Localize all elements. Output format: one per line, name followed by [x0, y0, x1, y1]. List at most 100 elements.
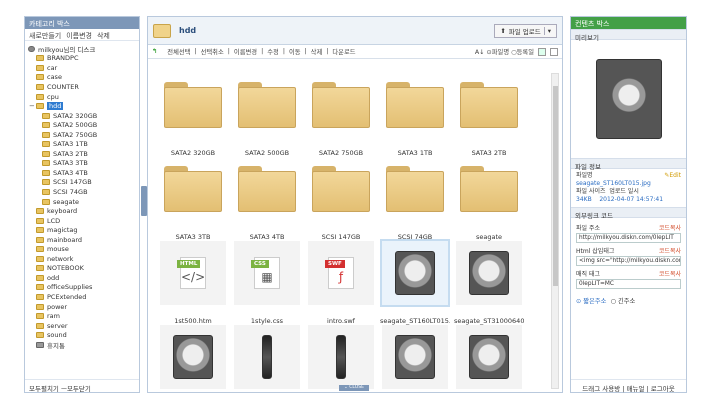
- tree-item-notebook[interactable]: NOTEBOOK: [28, 264, 137, 274]
- delete-button[interactable]: 삭제: [311, 47, 323, 56]
- tree-item-counter[interactable]: COUNTER: [28, 82, 137, 92]
- folder-icon: [36, 303, 44, 310]
- folder-item[interactable]: SCSI 147GB: [306, 157, 376, 243]
- tree-item-hdd[interactable]: − hdd: [28, 101, 137, 111]
- tree-item-scsi-74gb[interactable]: SCSI 74GB: [28, 187, 137, 197]
- tree-item-odd[interactable]: odd: [28, 273, 137, 283]
- image-thumbnail: [234, 325, 300, 389]
- collapse-icon[interactable]: −: [29, 102, 35, 110]
- external-links: 파일 주소 코드복사 http://milkyou.diskn.com/0lepLI…: [571, 218, 686, 291]
- folder-icon: [42, 150, 50, 157]
- footer-links[interactable]: 드래그 사용방 | 매뉴얼 | 로그아웃: [571, 379, 686, 393]
- link-code-field[interactable]: <img src="http://milkyou.diskn.com: [576, 256, 681, 266]
- tree-item-lcd[interactable]: LCD: [28, 216, 137, 226]
- tree-item-sata2-500gb[interactable]: SATA2 500GB: [28, 120, 137, 130]
- tree-item-sata3-1tb[interactable]: SATA3 1TB: [28, 139, 137, 149]
- back-icon[interactable]: ↰: [152, 48, 157, 55]
- tree-item-sata3-4tb[interactable]: SATA3 4TB: [28, 168, 137, 178]
- tree-item-scsi-147gb[interactable]: SCSI 147GB: [28, 178, 137, 188]
- folder-icon: [42, 160, 50, 167]
- file-item[interactable]: [454, 325, 524, 391]
- file-upload-button[interactable]: ⬆ 파일 업로드 ▾: [494, 23, 557, 38]
- tree-item-magictag[interactable]: magictag: [28, 225, 137, 235]
- file-item[interactable]: seagate_ST160LT015.j: [380, 239, 450, 327]
- folder-item[interactable]: SCSI 74GB: [380, 157, 450, 243]
- deselect-button[interactable]: 선택취소: [201, 47, 224, 56]
- tree-item-cpu[interactable]: cpu: [28, 92, 137, 102]
- new-folder-button[interactable]: 새로만들기: [29, 31, 61, 40]
- edit-button[interactable]: 수정: [267, 47, 279, 56]
- folder-item[interactable]: SATA2 500GB: [232, 73, 302, 159]
- preview-title: 미리보기: [571, 29, 686, 42]
- folder-item[interactable]: seagate: [454, 157, 524, 243]
- tree-item-power[interactable]: power: [28, 302, 137, 312]
- tree-item-seagate[interactable]: seagate: [28, 197, 137, 207]
- tree-root[interactable]: milkyou님의 디스크: [28, 44, 137, 54]
- grid-view-icon[interactable]: [538, 47, 546, 56]
- tree-item-ram[interactable]: ram: [28, 311, 137, 321]
- tree-item-mouse[interactable]: mouse: [28, 244, 137, 254]
- file-name-label: SATA2 500GB: [244, 149, 290, 157]
- tree-item-case[interactable]: case: [28, 73, 137, 83]
- tree-item-server[interactable]: server: [28, 321, 137, 331]
- chevron-down-icon[interactable]: ▾: [543, 26, 551, 35]
- rename-button[interactable]: 이름변경: [234, 47, 257, 56]
- file-item[interactable]: HTML </> 1st500.htm: [158, 241, 228, 327]
- file-item[interactable]: seagate_ST31000640S: [454, 241, 524, 327]
- tree-item-pcextended[interactable]: PCExtended: [28, 292, 137, 302]
- folder-item[interactable]: SATA3 2TB: [454, 73, 524, 159]
- tree-item-car[interactable]: car: [28, 63, 137, 73]
- short-url-radio[interactable]: ⊙ 짧은주소: [576, 296, 606, 305]
- tree-item-sata3-2tb[interactable]: SATA3 2TB: [28, 149, 137, 159]
- edit-link[interactable]: ✎Edit: [664, 172, 681, 180]
- link-code-field[interactable]: http://milkyou.diskn.com/0lepLIT: [576, 233, 681, 243]
- copy-code-button[interactable]: 코드복사: [659, 269, 681, 278]
- copy-code-button[interactable]: 코드복사: [659, 246, 681, 255]
- list-view-icon[interactable]: [550, 47, 558, 56]
- tree-item-휴지통[interactable]: 휴지통: [28, 340, 137, 350]
- tree-item-keyboard[interactable]: keyboard: [28, 206, 137, 216]
- tree-item-network[interactable]: network: [28, 254, 137, 264]
- tree-item-officesupplies[interactable]: officeSupplies: [28, 283, 137, 293]
- tree-item-sata2-320gb[interactable]: SATA2 320GB: [28, 111, 137, 121]
- expand-collapse-all[interactable]: 모두펼치기 ㅡ모두닫기: [25, 379, 139, 393]
- long-url-radio[interactable]: ○ 긴주소: [610, 296, 635, 305]
- file-item[interactable]: CSS ▦ 1style.css: [232, 241, 302, 327]
- folder-item[interactable]: SATA2 750GB: [306, 73, 376, 159]
- folder-item[interactable]: SATA3 3TB: [158, 157, 228, 243]
- folder-item[interactable]: SATA3 1TB: [380, 73, 450, 159]
- path-header: hdd ⬆ 파일 업로드 ▾: [148, 17, 562, 45]
- folder-icon: [308, 157, 374, 221]
- rename-folder-button[interactable]: 이름변경: [66, 31, 92, 40]
- tree-item-sound[interactable]: sound: [28, 330, 137, 340]
- file-item[interactable]: [306, 325, 376, 391]
- file-browser-panel: hdd ⬆ 파일 업로드 ▾ ↰ 전체선택 | 선택취소 | 이름변경 | 수정 | 이…: [147, 16, 563, 393]
- delete-folder-button[interactable]: 삭제: [97, 31, 110, 40]
- folder-icon: [36, 83, 44, 90]
- folder-icon: [382, 73, 448, 137]
- folder-icon: [36, 217, 44, 224]
- link-code-field[interactable]: 0lepLIT=MC: [576, 279, 681, 289]
- move-button[interactable]: 이동: [289, 47, 301, 56]
- folder-icon: [36, 332, 44, 339]
- bottom-panel-toggle[interactable]: ⌄ CLOSE: [339, 385, 369, 391]
- file-item[interactable]: SWF ƒ intro.swf: [306, 241, 376, 327]
- select-all-button[interactable]: 전체선택: [167, 47, 190, 56]
- file-grid: SATA2 320GB SATA2 500GB SATA2 750GB SATA3 1…: [158, 73, 548, 391]
- vertical-scrollbar[interactable]: [551, 73, 559, 389]
- folder-item[interactable]: SATA3 4TB: [232, 157, 302, 243]
- file-item[interactable]: [232, 325, 302, 391]
- download-button[interactable]: 다운로드: [332, 47, 355, 56]
- copy-code-button[interactable]: 코드복사: [659, 223, 681, 232]
- folder-item[interactable]: SATA2 320GB: [158, 73, 228, 159]
- folder-icon: [36, 208, 44, 215]
- tree-item-sata2-750gb[interactable]: SATA2 750GB: [28, 130, 137, 140]
- tree-item-brandpc[interactable]: BRANDPC: [28, 54, 137, 64]
- file-item[interactable]: [380, 325, 450, 391]
- folder-icon: [36, 322, 44, 329]
- file-item[interactable]: [158, 325, 228, 391]
- tree-item-sata3-3tb[interactable]: SATA3 3TB: [28, 159, 137, 169]
- sort-options[interactable]: A↓ ⊙파일명 ○등록일: [475, 47, 534, 56]
- tree-item-mainboard[interactable]: mainboard: [28, 235, 137, 245]
- file-name-label: SATA2 750GB: [318, 149, 364, 157]
